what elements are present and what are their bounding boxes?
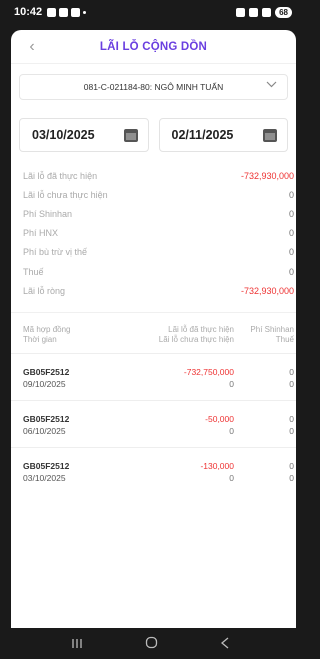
summary-value: 0	[288, 247, 294, 258]
header: ‹ LÃI LỖ CỘNG DỒN	[11, 30, 296, 64]
system-nav-bar	[0, 628, 302, 659]
summary-label: Phí bù trừ vị thế	[23, 247, 88, 258]
chevron-down-icon	[266, 80, 277, 91]
recents-icon	[72, 638, 82, 648]
account-select[interactable]: 081-C-021184-80: NGÔ MINH TUẤN	[19, 74, 288, 100]
row-fee-cell: 0 0	[234, 413, 294, 437]
status-right-icons: 68	[236, 6, 292, 18]
row-realized: -130,000	[200, 461, 234, 472]
summary-row-shinhan-fee: Phí Shinhan 0	[23, 204, 296, 223]
summary-label: Thuế	[23, 266, 44, 277]
header-realized: Lãi lỗ đã thực hiện	[168, 325, 234, 335]
back-arrow-icon	[220, 637, 229, 648]
dot-icon	[83, 10, 87, 14]
summary-value: -732,930,000	[240, 285, 294, 296]
summary-label: Phí Shinhan	[23, 208, 73, 219]
header-col-fee: Phí Shinhan Thuế	[234, 325, 294, 345]
table-row[interactable]: GB05F2512 09/10/2025 -732,750,000 0 0 0	[11, 353, 296, 400]
summary-value: 0	[288, 208, 294, 219]
header-tax: Thuế	[275, 335, 294, 345]
row-pnl-cell: -50,000 0	[113, 413, 234, 437]
header-time: Thời gian	[23, 335, 57, 345]
row-tax: 0	[289, 379, 294, 390]
summary-label: Lãi lỗ ròng	[23, 285, 66, 296]
from-date-field[interactable]: 03/10/2025	[19, 118, 149, 152]
table-row[interactable]: GB05F2512 03/10/2025 -130,000 0 0 0	[11, 447, 296, 494]
summary-label: Phí HNX	[23, 228, 59, 239]
header-col-pnl: Lãi lỗ đã thực hiện Lãi lỗ chưa thực hiệ…	[113, 325, 234, 345]
home-button[interactable]	[131, 636, 171, 652]
table-row[interactable]: GB05F2512 06/10/2025 -50,000 0 0 0	[11, 400, 296, 447]
row-pnl-cell: -732,750,000 0	[113, 366, 234, 390]
row-contract-cell: GB05F2512 03/10/2025	[23, 460, 113, 484]
summary-label: Lãi lỗ chưa thực hiện	[23, 189, 108, 200]
app-icon	[59, 7, 69, 17]
row-contract-cell: GB05F2512 09/10/2025	[23, 366, 113, 390]
summary-value: 0	[288, 266, 294, 277]
status-left-icons	[47, 7, 87, 17]
account-selected-value: 081-C-021184-80: NGÔ MINH TUẤN	[83, 82, 224, 92]
row-code: GB05F2512	[23, 461, 70, 472]
row-unrealized: 0	[229, 379, 234, 390]
to-date-field[interactable]: 02/11/2025	[158, 118, 288, 152]
notification-icon	[47, 7, 57, 17]
summary-value: -732,930,000	[240, 170, 294, 181]
summary-value: 0	[288, 189, 294, 200]
signal-icon	[262, 7, 272, 17]
calendar-icon[interactable]	[123, 128, 138, 142]
status-time: 10:42	[14, 6, 43, 18]
row-date: 03/10/2025	[23, 473, 66, 484]
row-pnl-cell: -130,000 0	[113, 460, 234, 484]
row-fee: 0	[289, 414, 294, 425]
row-unrealized: 0	[229, 426, 234, 437]
summary-row-offset-fee: Phí bù trừ vị thế 0	[23, 243, 296, 262]
row-realized: -50,000	[205, 414, 234, 425]
status-bar: 10:42 68	[0, 0, 302, 24]
row-contract-cell: GB05F2512 06/10/2025	[23, 413, 113, 437]
row-code: GB05F2512	[23, 367, 70, 378]
recent-apps-button[interactable]	[57, 636, 97, 652]
summary-row-net: Lãi lỗ ròng -732,930,000	[23, 281, 296, 300]
from-date-value: 03/10/2025	[32, 128, 95, 142]
header-contract-code: Mã hợp đồng	[23, 325, 71, 335]
calendar-icon[interactable]	[263, 128, 277, 142]
table-header: Mã hợp đồng Thời gian Lãi lỗ đã thực hiệ…	[11, 313, 296, 345]
main-sheet: ‹ LÃI LỖ CỘNG DỒN 081-C-021184-80: NGÔ M…	[11, 30, 296, 628]
header-shinhan-fee: Phí Shinhan	[250, 325, 294, 335]
row-fee-cell: 0 0	[234, 366, 294, 390]
wifi-icon	[249, 7, 259, 17]
mute-icon	[236, 7, 246, 17]
battery-icon: 68	[275, 6, 292, 18]
row-realized: -732,750,000	[183, 367, 234, 378]
header-unrealized: Lãi lỗ chưa thực hiện	[158, 335, 234, 345]
summary-list: Lãi lỗ đã thực hiện -732,930,000 Lãi lỗ …	[11, 166, 296, 300]
gallery-icon	[71, 7, 81, 17]
summary-row-hnx-fee: Phí HNX 0	[23, 224, 296, 243]
row-fee: 0	[289, 367, 294, 378]
row-date: 06/10/2025	[23, 426, 66, 437]
chevron-left-icon: ‹	[29, 38, 35, 55]
summary-row-realized: Lãi lỗ đã thực hiện -732,930,000	[23, 166, 296, 185]
summary-value: 0	[288, 228, 294, 239]
date-range: 03/10/2025 02/11/2025	[19, 118, 288, 152]
summary-row-unrealized: Lãi lỗ chưa thực hiện 0	[23, 185, 296, 204]
summary-label: Lãi lỗ đã thực hiện	[23, 170, 98, 181]
back-nav-button[interactable]	[205, 636, 245, 652]
row-date: 09/10/2025	[23, 379, 66, 390]
back-button[interactable]: ‹	[23, 38, 41, 56]
header-col-contract: Mã hợp đồng Thời gian	[23, 325, 113, 345]
row-fee: 0	[289, 461, 294, 472]
row-unrealized: 0	[229, 473, 234, 484]
row-tax: 0	[289, 473, 294, 484]
home-icon	[145, 636, 157, 648]
page-title: LÃI LỖ CỘNG DỒN	[99, 40, 208, 53]
row-tax: 0	[289, 426, 294, 437]
row-code: GB05F2512	[23, 414, 70, 425]
to-date-value: 02/11/2025	[171, 128, 234, 142]
summary-row-tax: Thuế 0	[23, 262, 296, 281]
row-fee-cell: 0 0	[234, 460, 294, 484]
